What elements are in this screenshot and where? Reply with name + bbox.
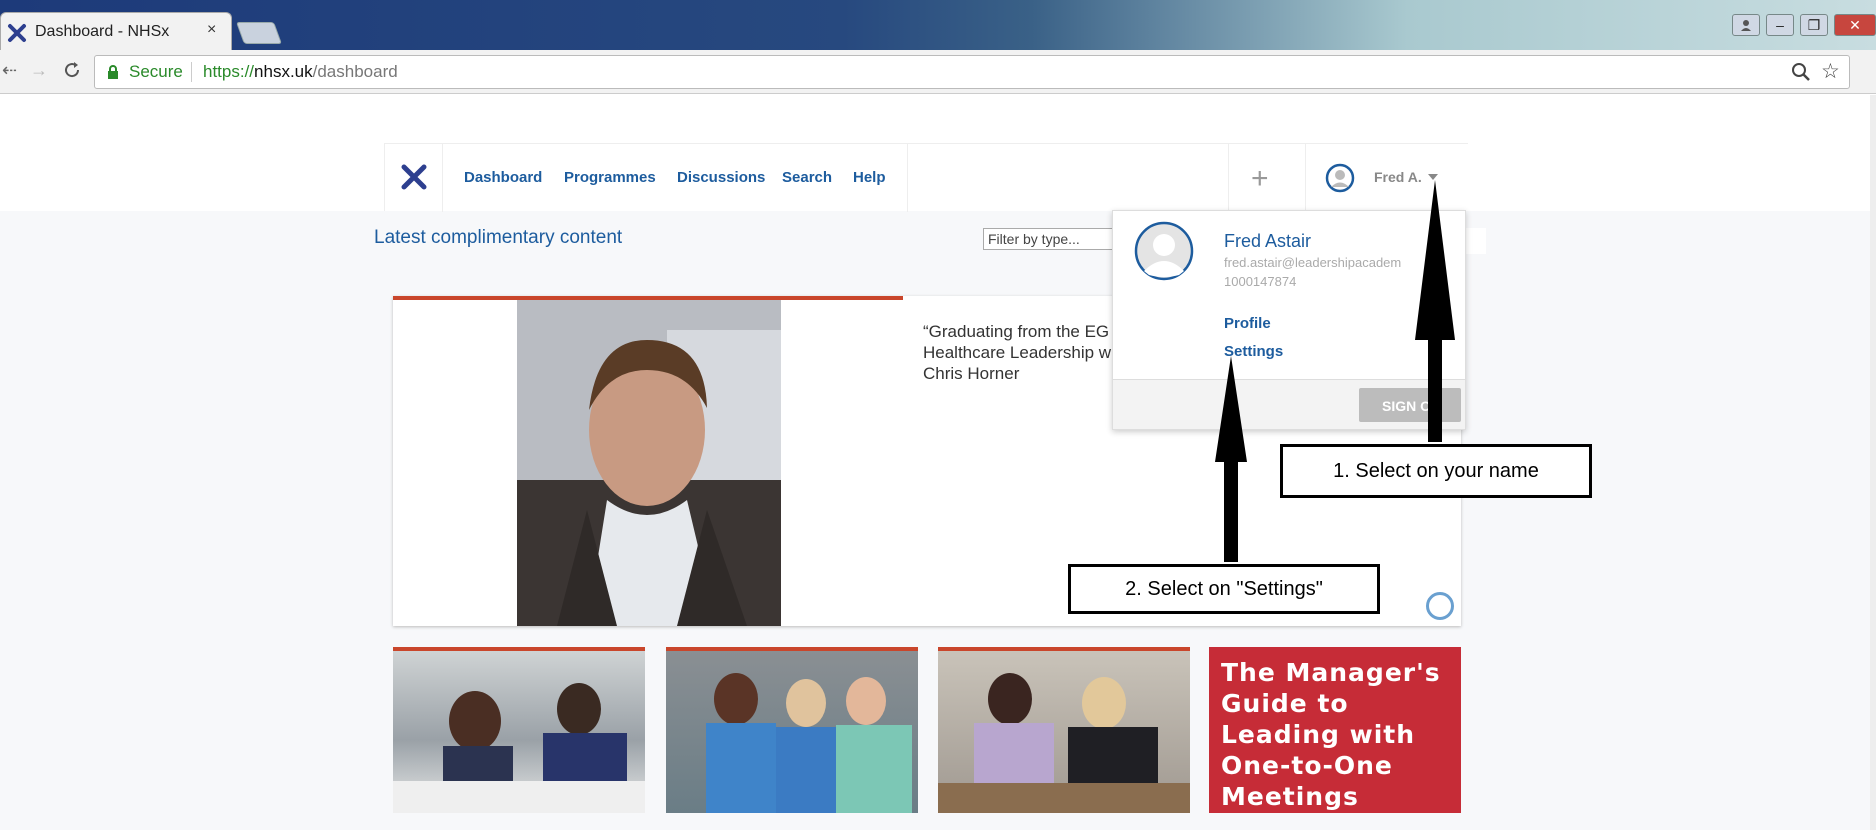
filter-select-extension: [1466, 228, 1486, 254]
nhsx-logo-icon[interactable]: [401, 164, 427, 195]
bookmark-star-icon[interactable]: ☆: [1821, 59, 1840, 84]
hero-quote-line: “Graduating from the EG: [923, 322, 1110, 341]
nav-divider: [442, 144, 443, 212]
url-path: /dashboard: [312, 62, 398, 81]
hero-quote-line: Chris Horner: [923, 364, 1020, 383]
section-title: Latest complimentary content: [374, 227, 623, 248]
tab-title: Dashboard - NHSx: [35, 23, 170, 40]
callout-text: 2. Select on "Settings": [1125, 578, 1323, 600]
url-text[interactable]: https://nhsx.uk/dashboard: [203, 62, 398, 82]
browser-toolbar: ⇠ → Secure https://nhsx.uk/dashboard ☆: [0, 50, 1876, 94]
dropdown-user-id: 1000147874: [1224, 274, 1297, 289]
address-bar[interactable]: Secure https://nhsx.uk/dashboard ☆: [94, 55, 1850, 89]
nav-discussions[interactable]: Discussions: [677, 169, 765, 186]
new-tab-button[interactable]: [235, 22, 283, 44]
content-card[interactable]: [938, 647, 1190, 813]
annotation-arrow-2: [1215, 356, 1247, 562]
card-title: The Manager's Guide to Leading with One-…: [1221, 658, 1441, 811]
reload-icon[interactable]: [62, 60, 82, 85]
minimize-icon[interactable]: –: [1766, 14, 1794, 36]
nav-help[interactable]: Help: [853, 169, 886, 186]
zoom-icon[interactable]: [1791, 62, 1811, 87]
callout-select-name: 1. Select on your name: [1280, 444, 1592, 498]
content-card[interactable]: The Manager's Guide to Leading with One-…: [1209, 647, 1461, 813]
lock-icon: [107, 65, 119, 84]
nav-programmes[interactable]: Programmes: [564, 169, 656, 186]
profile-window-button[interactable]: [1732, 14, 1760, 36]
dropdown-user-name: Fred Astair: [1224, 231, 1312, 251]
filter-select[interactable]: Filter by type...: [983, 228, 1123, 250]
site-nav-bar: [384, 143, 1468, 212]
url-scheme: https://: [203, 62, 255, 81]
nav-divider: [907, 144, 908, 212]
maximize-icon[interactable]: ❐: [1800, 14, 1828, 36]
nav-search[interactable]: Search: [782, 169, 832, 186]
url-divider: [191, 62, 192, 82]
profile-link[interactable]: Profile: [1224, 315, 1271, 332]
nav-divider: [1228, 144, 1229, 212]
page-scrollbar[interactable]: [1870, 95, 1876, 830]
secure-label: Secure: [129, 62, 183, 81]
featured-photo: [517, 300, 781, 626]
annotation-arrow-1: [1415, 180, 1455, 442]
filter-select-label: Filter by type...: [988, 231, 1080, 247]
back-icon[interactable]: ⇠: [2, 60, 17, 81]
url-host: nhsx.uk: [254, 62, 313, 81]
nav-dashboard[interactable]: Dashboard: [464, 169, 542, 186]
forward-icon[interactable]: →: [30, 60, 48, 81]
hero-quote: “Graduating from the EG Healthcare Leade…: [923, 321, 1111, 384]
carousel-indicator-icon[interactable]: [1426, 592, 1454, 620]
browser-tab[interactable]: Dashboard - NHSx ×: [0, 12, 232, 50]
close-window-icon[interactable]: ✕: [1834, 14, 1876, 36]
user-avatar-icon[interactable]: [1325, 163, 1355, 198]
callout-text: 1. Select on your name: [1333, 460, 1539, 482]
add-button[interactable]: +: [1251, 162, 1269, 196]
content-card[interactable]: [666, 647, 918, 813]
nhsx-favicon-icon: [7, 23, 27, 48]
dropdown-user-email: fred.astair@leadershipacadem: [1224, 255, 1402, 270]
content-card[interactable]: [393, 647, 645, 813]
hero-quote-line: Healthcare Leadership w: [923, 343, 1112, 362]
dropdown-avatar-icon: [1134, 221, 1194, 286]
callout-select-settings: 2. Select on "Settings": [1068, 564, 1380, 614]
nav-divider: [1305, 144, 1306, 212]
tab-close-icon[interactable]: ×: [207, 21, 216, 39]
